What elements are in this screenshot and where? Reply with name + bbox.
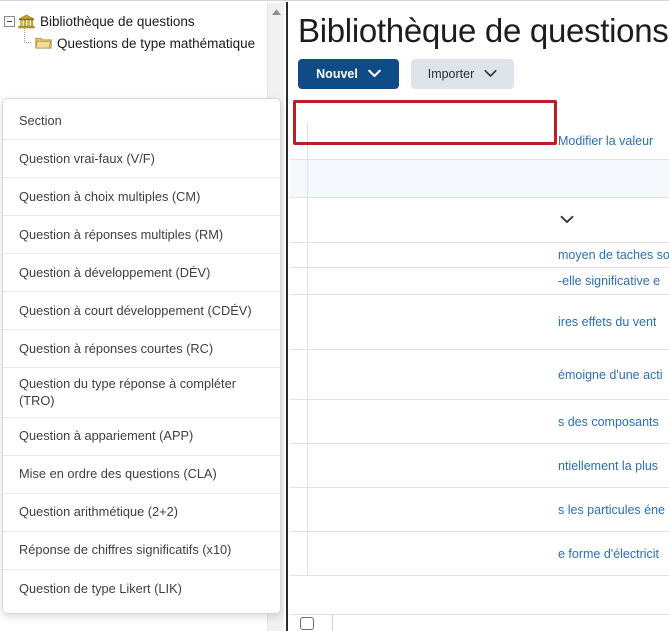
- table-column-divider: [332, 615, 333, 631]
- menu-item-question-type-3[interactable]: Question à réponses multiples (RM): [3, 216, 280, 254]
- question-link[interactable]: ires effets du vent: [298, 315, 656, 329]
- question-link[interactable]: -elle significative e: [298, 274, 660, 288]
- question-link[interactable]: Modifier la valeur: [298, 134, 653, 148]
- tree-collapse-toggle-icon[interactable]: [4, 15, 15, 27]
- table-column-divider: [307, 160, 308, 197]
- tree-item-bibliotheque-de-questions[interactable]: Bibliothèque de questions: [4, 10, 286, 32]
- menu-item-question-type-7[interactable]: Question du type réponse à compléter (TR…: [3, 368, 280, 418]
- page-toolbar: Nouvel Importer: [298, 59, 669, 89]
- table-row: [290, 198, 669, 243]
- menu-item-label: Question vrai-faux (V/F): [19, 150, 155, 166]
- menu-item-question-type-6[interactable]: Question à réponses courtes (RC): [3, 330, 280, 368]
- table-column-divider: [307, 122, 308, 159]
- menu-item-section[interactable]: Section: [3, 102, 280, 140]
- tree-item-label: Bibliothèque de questions: [40, 13, 195, 29]
- table-row: -elle significative e: [290, 268, 669, 295]
- question-link[interactable]: moyen de taches so: [298, 248, 669, 262]
- menu-item-question-type-8[interactable]: Question à appariement (APP): [3, 417, 280, 456]
- table-row: moyen de taches so: [290, 243, 669, 268]
- new-question-button[interactable]: Nouvel: [298, 59, 399, 89]
- table-column-divider: [307, 400, 308, 443]
- menu-item-label: Question à appariement (APP): [19, 428, 194, 444]
- question-link[interactable]: s les particules éne: [298, 503, 665, 517]
- table-column-divider: [307, 295, 308, 349]
- new-question-dropdown-menu[interactable]: Section Question vrai-faux (V/F) Question …: [2, 98, 281, 614]
- new-question-button-label: Nouvel: [316, 67, 358, 81]
- chevron-down-icon[interactable]: [298, 213, 574, 227]
- menu-item-label: Question à choix multiples (CM): [19, 188, 201, 204]
- menu-item-question-type-1[interactable]: Question vrai-faux (V/F): [3, 140, 280, 178]
- menu-item-question-type-11[interactable]: Réponse de chiffres significatifs (x10): [3, 531, 280, 570]
- menu-item-label: Question de type Likert (LIK): [19, 580, 182, 596]
- menu-item-label: Question à réponses multiples (RM): [19, 226, 224, 242]
- app-window: Bibliothèque de questions Questions de t…: [0, 0, 669, 631]
- menu-item-label: Mise en ordre des questions (CLA): [19, 466, 217, 482]
- question-link[interactable]: émoigne d'une acti: [298, 368, 663, 382]
- table-column-divider: [307, 268, 308, 294]
- menu-item-label: Réponse de chiffres significatifs (x10): [19, 542, 232, 558]
- page-title: Bibliothèque de questions: [298, 12, 669, 49]
- table-column-divider: [307, 350, 308, 399]
- table-row: [290, 160, 669, 198]
- bank-icon: [18, 14, 35, 29]
- table-column-divider: [307, 198, 308, 242]
- table-row: s des composants: [290, 400, 669, 444]
- table-row: e forme d'électricit: [290, 532, 669, 576]
- folder-icon: [35, 36, 52, 50]
- menu-item-question-type-4[interactable]: Question à développement (DÉV): [3, 254, 280, 292]
- scroll-up-arrow-icon[interactable]: [268, 3, 285, 20]
- tree-connector-line: [22, 28, 35, 54]
- tree-item-questions-de-type-mathematique[interactable]: Questions de type mathématique: [4, 28, 286, 54]
- menu-item-question-type-9[interactable]: Mise en ordre des questions (CLA): [3, 455, 280, 494]
- menu-item-label: Question à court développement (CDÉV): [19, 302, 252, 318]
- menu-item-question-type-12[interactable]: Question de type Likert (LIK): [3, 569, 280, 608]
- table-row: émoigne d'une acti: [290, 350, 669, 400]
- menu-item-label: Question à développement (DÉV): [19, 264, 211, 280]
- chevron-down-icon: [484, 67, 497, 81]
- table-row: s les particules éne: [290, 488, 669, 532]
- table-row: ntiellement la plus: [290, 444, 669, 488]
- table-column-divider: [307, 532, 308, 575]
- table-column-divider: [307, 243, 308, 267]
- questions-table: Modifier la valeur moyen de taches so -ell…: [290, 122, 669, 576]
- table-column-divider: [307, 488, 308, 531]
- menu-item-label: Question du type réponse à compléter (TR…: [19, 376, 236, 409]
- tree-view: Bibliothèque de questions Questions de t…: [0, 2, 286, 54]
- main-content-pane: Bibliothèque de questions Nouvel Importe…: [290, 2, 669, 631]
- row-select-checkbox[interactable]: [300, 617, 314, 630]
- question-link[interactable]: s des composants: [298, 415, 659, 429]
- menu-item-question-type-5[interactable]: Question à court développement (CDÉV): [3, 292, 280, 330]
- chevron-down-icon: [368, 67, 381, 81]
- import-button[interactable]: Importer: [411, 59, 514, 89]
- table-row: ires effets du vent: [290, 295, 669, 350]
- question-link[interactable]: ntiellement la plus: [298, 459, 658, 473]
- menu-item-question-type-10[interactable]: Question arithmétique (2+2): [3, 493, 280, 532]
- import-button-label: Importer: [427, 67, 475, 81]
- menu-item-label: Section: [19, 112, 62, 128]
- table-column-divider: [307, 444, 308, 487]
- table-row: Modifier la valeur: [290, 122, 669, 160]
- question-link[interactable]: e forme d'électricit: [298, 547, 659, 561]
- menu-item-label: Question arithmétique (2+2): [19, 504, 178, 520]
- tree-item-label: Questions de type mathématique: [57, 35, 256, 51]
- menu-item-question-type-2[interactable]: Question à choix multiples (CM): [3, 178, 280, 216]
- menu-item-label: Question à réponses courtes (RC): [19, 340, 214, 356]
- table-bottom-row: [290, 614, 669, 631]
